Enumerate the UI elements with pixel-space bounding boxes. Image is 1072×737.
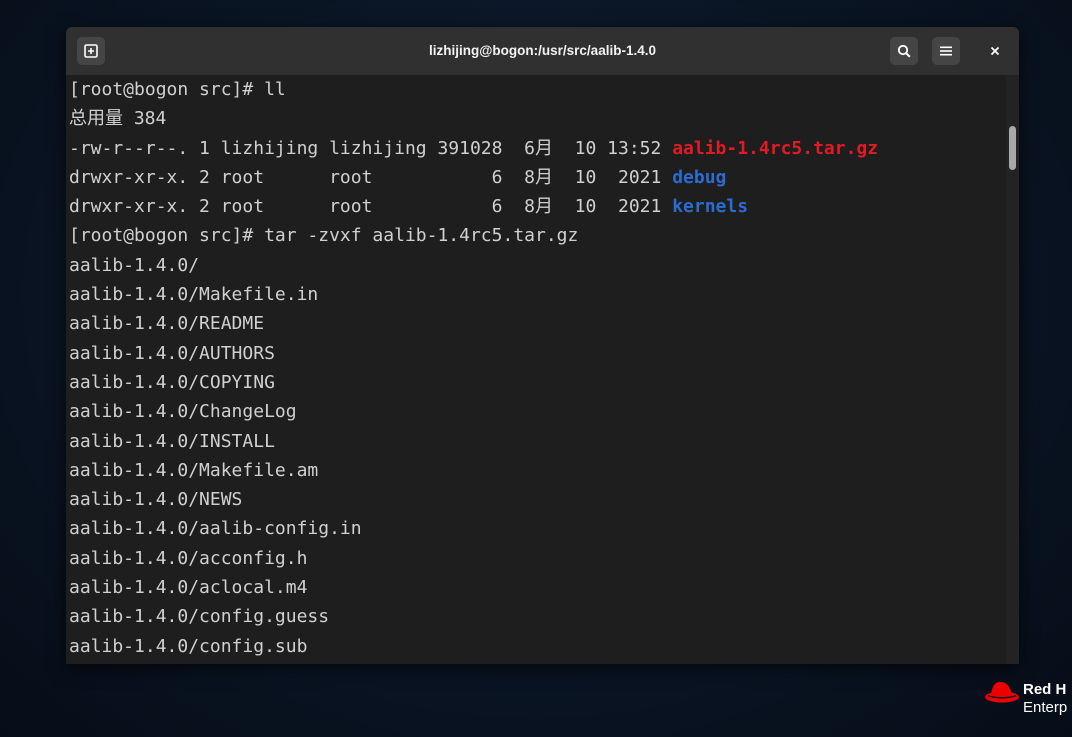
- terminal-output[interactable]: [root@bogon src]# ll 总用量 384 -rw-r--r--. 1…: [66, 75, 1006, 664]
- red-hat-branding: Red H Enterp: [984, 680, 1072, 724]
- terminal-line: drwxr-xr-x. 2 root root 6 8月 10 2021 ker…: [69, 192, 1006, 221]
- terminal-line: -rw-r--r--. 1 lizhijing lizhijing 391028…: [69, 134, 1006, 163]
- terminal-line: aalib-1.4.0/: [69, 251, 1006, 280]
- terminal-line: aalib-1.4.0/Makefile.am: [69, 456, 1006, 485]
- terminal-line-text: -rw-r--r--. 1 lizhijing lizhijing 391028…: [69, 137, 673, 159]
- terminal-line-text: aalib-1.4.0/NEWS: [69, 489, 243, 511]
- terminal-line-text: aalib-1.4.0/AUTHORS: [69, 342, 275, 364]
- terminal-line-text: aalib-1.4.0/aclocal.m4: [69, 577, 308, 599]
- hamburger-menu-icon: [940, 45, 952, 57]
- terminal-window: lizhijing@bogon:/usr/src/aalib-1.4.0 [ro…: [66, 27, 1019, 664]
- search-icon: [897, 44, 911, 58]
- terminal-file-name: debug: [672, 166, 727, 188]
- terminal-line: aalib-1.4.0/README: [69, 309, 1006, 338]
- terminal-line-text: aalib-1.4.0/config.guess: [69, 606, 330, 628]
- terminal-line: [root@bogon src]# tar -zvxf aalib-1.4rc5…: [69, 221, 1006, 250]
- terminal-line: aalib-1.4.0/config.guess: [69, 602, 1006, 631]
- terminal-line: 总用量 384: [69, 104, 1006, 133]
- new-tab-icon: [84, 44, 98, 58]
- brand-text-line2: Enterp: [1023, 699, 1068, 716]
- terminal-line: aalib-1.4.0/COPYING: [69, 368, 1006, 397]
- terminal-line-text: drwxr-xr-x. 2 root root 6 8月 10 2021: [69, 196, 673, 218]
- terminal-line-text: aalib-1.4.0/config.sub: [69, 635, 308, 657]
- menu-button[interactable]: [932, 37, 960, 65]
- close-icon: [990, 46, 1000, 56]
- terminal-line-text: aalib-1.4.0/README: [69, 313, 265, 335]
- close-button[interactable]: [981, 37, 1009, 65]
- red-hat-logo-icon: [984, 680, 1020, 708]
- terminal-line-text: aalib-1.4.0/INSTALL: [69, 430, 275, 452]
- terminal-line-text: aalib-1.4.0/aalib-config.in: [69, 518, 362, 540]
- terminal-file-name: kernels: [672, 196, 749, 218]
- window-title: lizhijing@bogon:/usr/src/aalib-1.4.0: [429, 43, 656, 58]
- desktop: lizhijing@bogon:/usr/src/aalib-1.4.0 [ro…: [0, 0, 1072, 737]
- terminal-line-text: [root@bogon src]# ll: [69, 79, 286, 100]
- brand-text-line1: Red H: [1023, 681, 1067, 698]
- terminal-line: aalib-1.4.0/Makefile.in: [69, 280, 1006, 309]
- terminal-line-text: [root@bogon src]# tar -zvxf aalib-1.4rc5…: [69, 225, 579, 247]
- terminal-line-text: aalib-1.4.0/: [69, 254, 200, 276]
- terminal-line-text: drwxr-xr-x. 2 root root 6 8月 10 2021: [69, 166, 673, 188]
- vertical-scrollbar[interactable]: [1006, 75, 1019, 664]
- terminal-line: aalib-1.4.0/ChangeLog: [69, 397, 1006, 426]
- title-bar[interactable]: lizhijing@bogon:/usr/src/aalib-1.4.0: [66, 27, 1019, 75]
- terminal-line-text: aalib-1.4.0/Makefile.in: [69, 284, 319, 306]
- new-tab-button[interactable]: [77, 37, 105, 65]
- scrollbar-thumb[interactable]: [1009, 126, 1016, 170]
- terminal-line-text: aalib-1.4.0/ChangeLog: [69, 401, 297, 423]
- terminal-line: aalib-1.4.0/aclocal.m4: [69, 573, 1006, 602]
- terminal-line: aalib-1.4.0/NEWS: [69, 485, 1006, 514]
- terminal-line: aalib-1.4.0/AUTHORS: [69, 339, 1006, 368]
- terminal-line-text: 总用量 384: [69, 108, 167, 130]
- terminal-line-text: aalib-1.4.0/acconfig.h: [69, 547, 308, 569]
- terminal-line: [root@bogon src]# ll: [69, 75, 1006, 104]
- terminal-line: aalib-1.4.0/aalib-config.in: [69, 514, 1006, 543]
- terminal-line: aalib-1.4.0/INSTALL: [69, 427, 1006, 456]
- search-button[interactable]: [890, 37, 918, 65]
- terminal-file-name: aalib-1.4rc5.tar.gz: [672, 137, 879, 159]
- terminal-line-text: aalib-1.4.0/COPYING: [69, 371, 275, 393]
- terminal-line: aalib-1.4.0/acconfig.h: [69, 544, 1006, 573]
- terminal-line: drwxr-xr-x. 2 root root 6 8月 10 2021 deb…: [69, 163, 1006, 192]
- terminal-line: aalib-1.4.0/config.sub: [69, 632, 1006, 661]
- terminal-line-text: aalib-1.4.0/Makefile.am: [69, 459, 319, 481]
